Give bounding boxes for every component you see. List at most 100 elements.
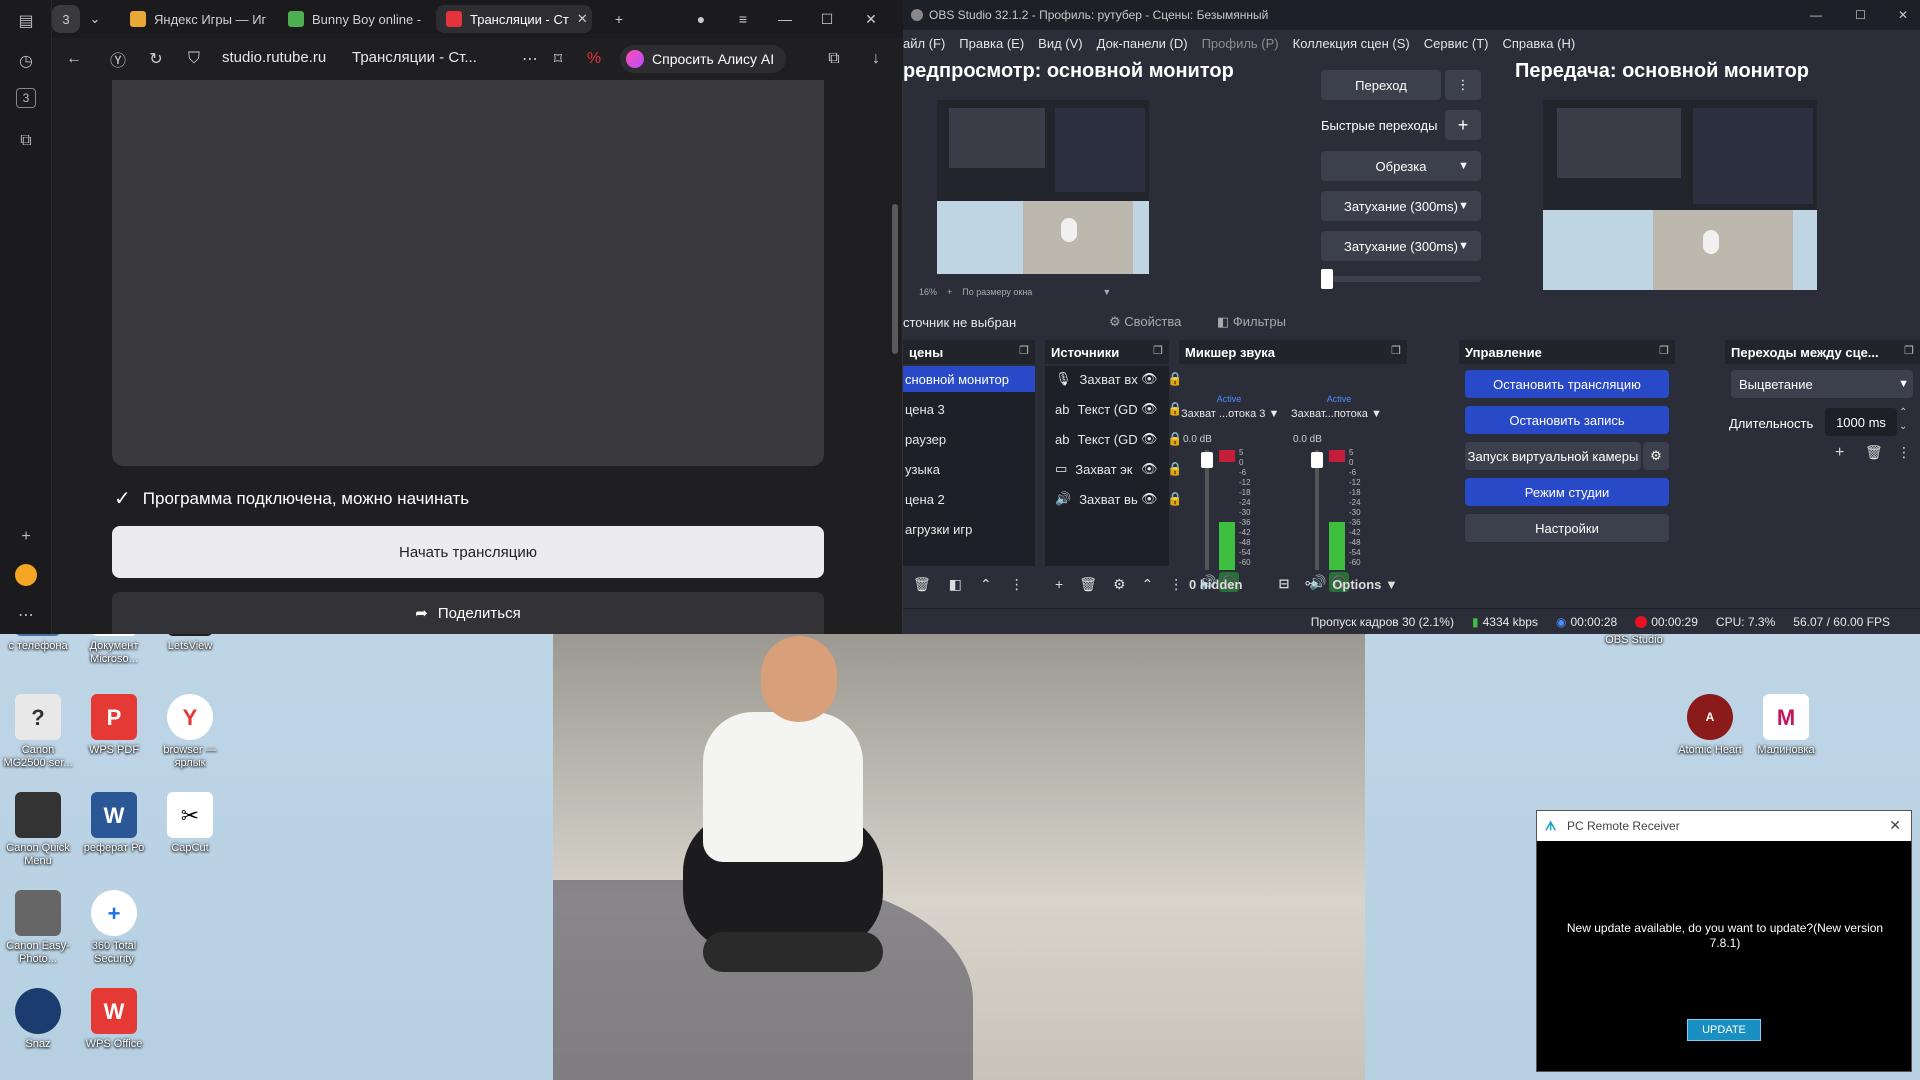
tab-translations[interactable]: Трансляции - Ст ✕ bbox=[436, 5, 592, 33]
close-tab-icon[interactable]: ✕ bbox=[577, 11, 588, 27]
menu-icon[interactable]: ≡ bbox=[732, 8, 754, 30]
obs-menu-item-1[interactable]: Правка (E) bbox=[959, 36, 1024, 51]
scene-item[interactable]: агрузки игр bbox=[903, 516, 1035, 542]
desktop-icon-canon-quick-menu[interactable]: Canon Quick Menu bbox=[0, 792, 76, 868]
visibility-eye-icon[interactable]: 👁 bbox=[1141, 401, 1158, 417]
desktop-icon-360-security[interactable]: +360 Total Security bbox=[76, 890, 152, 966]
start-virtual-camera-button[interactable]: Запуск виртуальной камеры bbox=[1465, 442, 1641, 470]
volume-fader-track[interactable] bbox=[1315, 450, 1319, 570]
undock-icon[interactable]: ❐ bbox=[1391, 344, 1401, 357]
account-icon[interactable]: ● bbox=[690, 8, 712, 30]
page-scrollbar[interactable] bbox=[888, 80, 902, 634]
channel-caret-icon[interactable]: ▼ bbox=[1371, 408, 1382, 420]
move-source-up-icon[interactable]: ⌃ bbox=[1142, 576, 1154, 593]
desktop-icon-wps-pdf[interactable]: P WPS PDF bbox=[76, 694, 152, 757]
obs-minimize-icon[interactable]: — bbox=[1810, 8, 1822, 22]
more-icon[interactable]: ⋯ bbox=[13, 602, 39, 628]
scene-item[interactable]: цена 3 bbox=[903, 396, 1035, 422]
history-icon[interactable]: ◷ bbox=[13, 48, 39, 74]
new-tab-icon[interactable]: + bbox=[608, 8, 630, 30]
share-button[interactable]: ➦ Поделиться bbox=[112, 592, 824, 634]
desktop-icon-yandex-browser[interactable]: Ybrowser — ярлык bbox=[152, 694, 228, 770]
obs-menu-item-2[interactable]: Вид (V) bbox=[1038, 36, 1082, 51]
visibility-eye-icon[interactable]: 👁 bbox=[1141, 371, 1158, 387]
transition-button[interactable]: Переход bbox=[1321, 70, 1441, 100]
hidden-count[interactable]: 0 hidden bbox=[1189, 577, 1242, 592]
obs-menu-item-7[interactable]: Справка (H) bbox=[1503, 36, 1576, 51]
volume-fader-knob[interactable] bbox=[1201, 452, 1213, 468]
quick-transition-fade-2[interactable]: Затухание (300ms) ▼ bbox=[1321, 231, 1481, 261]
reload-icon[interactable]: ↻ bbox=[144, 47, 168, 71]
transition-more-icon[interactable]: ⋮ bbox=[1445, 70, 1481, 100]
desktop-icon-snaz[interactable]: Snaz bbox=[0, 988, 76, 1051]
undock-icon[interactable]: ❐ bbox=[1153, 344, 1163, 357]
undock-icon[interactable]: ❐ bbox=[1019, 344, 1029, 357]
maximize-icon[interactable]: ☐ bbox=[816, 8, 838, 30]
transition-slider[interactable] bbox=[1321, 269, 1481, 289]
scrollbar-thumb[interactable] bbox=[892, 204, 898, 354]
properties-button[interactable]: ⚙ Свойства bbox=[1109, 314, 1181, 330]
dialog-close-icon[interactable]: ✕ bbox=[1889, 817, 1901, 834]
desktop-icon-canon-easy-photo[interactable]: Canon Easy-Photo... bbox=[0, 890, 76, 966]
transition-type-select[interactable]: Выцветание ▼ bbox=[1731, 370, 1913, 398]
address-page-title[interactable]: Трансляции - Ст... bbox=[352, 49, 477, 66]
duration-stepper[interactable]: ⌃ ⌄ bbox=[1899, 406, 1907, 434]
source-item[interactable]: 🎙 Захват вх 👁 🔒 bbox=[1045, 366, 1183, 392]
tab-counter-icon[interactable]: 3 bbox=[16, 88, 36, 108]
undock-icon[interactable]: ❐ bbox=[1904, 344, 1914, 357]
add-quick-transition-icon[interactable]: + bbox=[1445, 110, 1481, 140]
add-transition-icon[interactable]: + bbox=[1835, 444, 1844, 462]
mixer-layout-icon[interactable]: ⊟ bbox=[1278, 576, 1289, 592]
channel-caret-icon[interactable]: ▼ bbox=[1268, 408, 1279, 420]
screenshot-icon[interactable]: ⧉ bbox=[13, 128, 39, 154]
update-button[interactable]: UPDATE bbox=[1687, 1019, 1761, 1041]
obs-menu-item-3[interactable]: Док-панели (D) bbox=[1097, 36, 1188, 51]
visibility-eye-icon[interactable]: 👁 bbox=[1141, 491, 1158, 507]
scene-item[interactable]: сновной монитор bbox=[903, 366, 1035, 392]
bookmark-icon[interactable]: ⌑ bbox=[546, 47, 570, 71]
settings-button[interactable]: Настройки bbox=[1465, 514, 1669, 542]
obs-maximize-icon[interactable]: ☐ bbox=[1855, 8, 1866, 22]
quick-transition-fade-1[interactable]: Затухание (300ms) ▼ bbox=[1321, 191, 1481, 221]
move-scene-up-icon[interactable]: ⌃ bbox=[980, 576, 992, 593]
program-canvas[interactable] bbox=[1543, 100, 1817, 290]
channel-name[interactable]: Захват ...отока 3 ▼ bbox=[1181, 408, 1279, 420]
obs-close-icon[interactable]: ✕ bbox=[1898, 8, 1908, 22]
mixer-options-button[interactable]: Options ▼ bbox=[1332, 577, 1398, 592]
scene-item[interactable]: узыка bbox=[903, 456, 1035, 482]
desktop-icon-wps-office[interactable]: W WPS Office bbox=[76, 988, 152, 1051]
page-menu-icon[interactable]: ⋯ bbox=[518, 47, 542, 71]
quick-transition-cut[interactable]: Обрезка ▼ bbox=[1321, 151, 1481, 181]
tab-bunny-boy[interactable]: Bunny Boy online - bbox=[278, 5, 428, 33]
visibility-eye-icon[interactable]: 👁 bbox=[1141, 431, 1158, 447]
tab-yandex-games[interactable]: Яндекс Игры — Иг bbox=[120, 5, 270, 33]
remove-source-icon[interactable]: 🗑 bbox=[1079, 576, 1097, 593]
obs-menu-item-4[interactable]: Профиль (P) bbox=[1202, 36, 1279, 51]
source-item[interactable]: 🔊 Захват вь 👁 🔒 bbox=[1045, 486, 1183, 512]
scene-filter-icon[interactable]: ◧ bbox=[949, 576, 962, 593]
tabs-panel-icon[interactable]: ▤ bbox=[13, 8, 39, 34]
scene-more-icon[interactable]: ⋮ bbox=[1010, 576, 1024, 593]
volume-fader-knob[interactable] bbox=[1311, 452, 1323, 468]
obs-menu-item-5[interactable]: Коллекция сцен (S) bbox=[1293, 36, 1410, 51]
virtual-camera-settings-icon[interactable]: ⚙ bbox=[1643, 442, 1669, 470]
desktop-icon-malinovka[interactable]: M Малиновка bbox=[1748, 694, 1824, 757]
stop-recording-button[interactable]: Остановить запись bbox=[1465, 406, 1669, 434]
start-stream-button[interactable]: Начать трансляцию bbox=[112, 526, 824, 578]
duration-input[interactable]: 1000 ms bbox=[1825, 408, 1897, 436]
chevron-down-icon[interactable]: ⌄ bbox=[84, 5, 106, 33]
security-shield-icon[interactable]: ⛉ bbox=[182, 47, 206, 71]
zoom-plus-icon[interactable]: + bbox=[947, 287, 952, 297]
desktop-icon-atomic-heart[interactable]: A Atomic Heart bbox=[1672, 694, 1748, 757]
visibility-eye-icon[interactable]: 👁 bbox=[1141, 461, 1158, 477]
mixer-link-icon[interactable]: ⚯ bbox=[1305, 576, 1316, 592]
add-source-icon[interactable]: + bbox=[1055, 576, 1063, 592]
fit-mode-select[interactable]: По размеру окна bbox=[962, 287, 1032, 297]
download-icon[interactable]: ↓ bbox=[864, 47, 888, 71]
source-item[interactable]: ▭ Захват эк 👁 🔒 bbox=[1045, 456, 1183, 482]
desktop-icon-capcut[interactable]: ✂ CapCut bbox=[152, 792, 228, 855]
undock-icon[interactable]: ❐ bbox=[1659, 344, 1669, 357]
scene-item[interactable]: цена 2 bbox=[903, 486, 1035, 512]
source-item[interactable]: ab Текст (GD 👁 🔒 bbox=[1045, 426, 1183, 452]
close-window-icon[interactable]: ✕ bbox=[860, 8, 882, 30]
